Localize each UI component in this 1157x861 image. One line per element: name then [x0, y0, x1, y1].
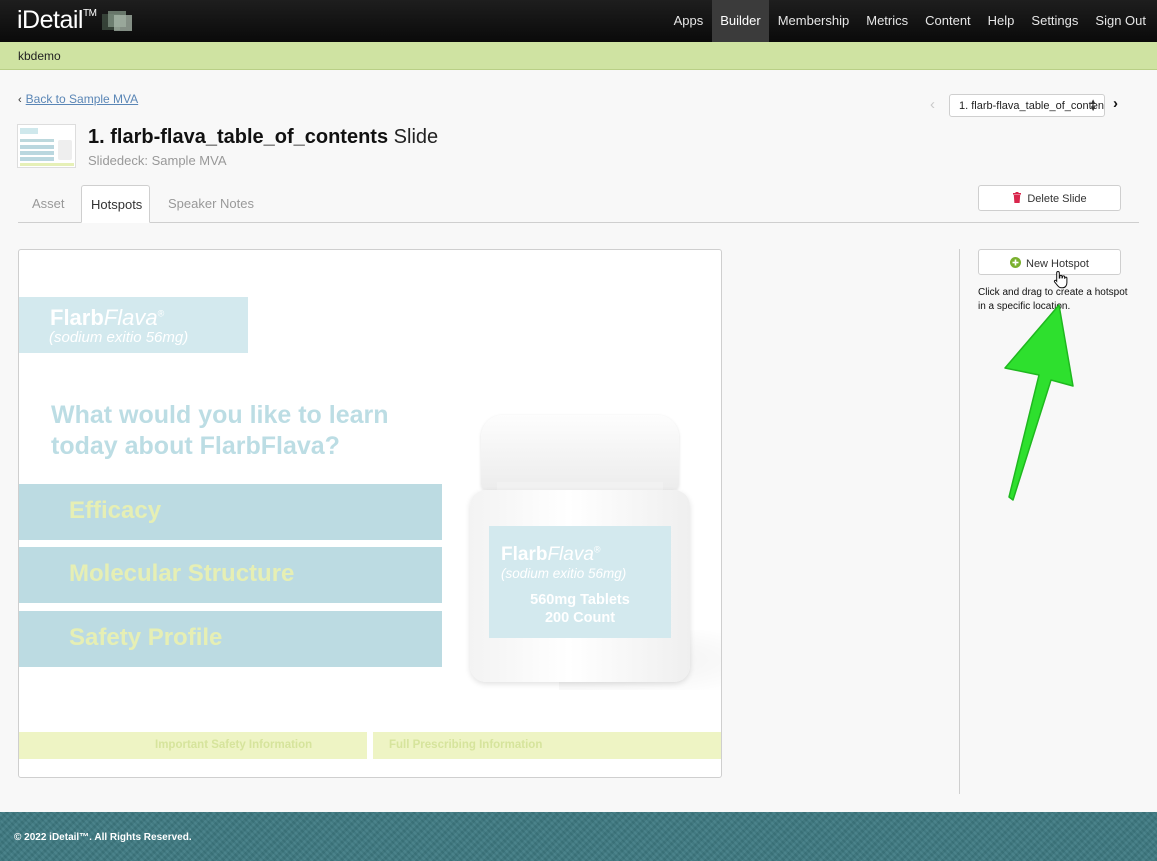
label-count: 200 Count: [544, 610, 616, 626]
tab-hotspots[interactable]: Hotspots: [81, 185, 150, 223]
back-to-deck-link[interactable]: Back to Sample MVA: [26, 92, 139, 106]
new-hotspot-button[interactable]: New Hotspot: [978, 249, 1121, 275]
chevron-left-icon: ‹: [18, 94, 22, 106]
nav-help[interactable]: Help: [979, 0, 1023, 42]
panel-divider: [959, 249, 960, 794]
plus-circle-icon: [1010, 257, 1021, 271]
tab-speaker-notes[interactable]: Speaker Notes: [168, 185, 268, 223]
slide-title: 1. flarb-flava_table_of_contents: [88, 126, 389, 148]
slide-menu-molecular-structure: Molecular Structure: [19, 547, 442, 603]
logo-mark-icon: [102, 11, 132, 31]
tab-asset[interactable]: Asset: [18, 185, 78, 223]
label-brand-name: FlarbFlava®: [501, 544, 601, 565]
nav-apps[interactable]: Apps: [665, 0, 712, 42]
logo-text: iDetail: [17, 6, 83, 34]
copyright-text: © 2022 iDetail™. All Rights Reserved.: [14, 832, 192, 843]
slide-tabs: Asset Hotspots Speaker Notes: [18, 185, 1139, 223]
delete-slide-button[interactable]: Delete Slide: [978, 185, 1121, 211]
bottle-cap-image: [481, 415, 679, 490]
slide-footer-safety-info: Important Safety Information: [19, 732, 367, 759]
breadcrumb: ‹ Back to Sample MVA: [18, 92, 138, 106]
label-dose: 560mg Tablets: [530, 592, 630, 608]
account-bar: kbdemo: [0, 42, 1157, 70]
main-nav: Apps Builder Membership Metrics Content …: [665, 0, 1157, 42]
app-logo[interactable]: iDetailTM: [17, 6, 97, 35]
nav-content[interactable]: Content: [917, 0, 980, 42]
slide-preview-canvas[interactable]: FlarbFlava® (sodium exitio 56mg) What wo…: [18, 249, 722, 778]
top-nav-bar: iDetailTM Apps Builder Membership Metric…: [0, 0, 1157, 42]
nav-settings[interactable]: Settings: [1023, 0, 1087, 42]
hand-cursor-icon: [1053, 270, 1068, 289]
bottle-label: FlarbFlava® (sodium exitio 56mg) 560mg T…: [489, 526, 671, 638]
label-brand-sub: (sodium exitio 56mg): [501, 566, 627, 581]
slide-title-suffix: Slide: [393, 126, 439, 148]
logo-trademark: TM: [82, 8, 97, 19]
prev-slide-icon[interactable]: ‹: [930, 96, 935, 113]
nav-builder[interactable]: Builder: [711, 0, 770, 42]
next-slide-icon[interactable]: ›: [1113, 95, 1118, 112]
slide-select[interactable]: 1. flarb-flava_table_of_contents ▲ ▼: [949, 94, 1105, 117]
nav-sign-out[interactable]: Sign Out: [1087, 0, 1157, 42]
delete-slide-label: Delete Slide: [1027, 193, 1087, 205]
new-hotspot-label: New Hotspot: [1026, 258, 1089, 270]
green-arrow-icon: [1004, 304, 1074, 501]
slide-menu-efficacy: Efficacy: [19, 484, 442, 540]
slide-select-value: 1. flarb-flava_table_of_contents: [959, 100, 1105, 112]
slide-pager: ‹ 1. flarb-flava_table_of_contents ▲ ▼ ›: [930, 94, 1130, 118]
slide-thumbnail: [17, 124, 76, 168]
trash-icon: [1012, 192, 1022, 206]
page-title: 1. flarb-flava_table_of_contents Slide: [88, 126, 438, 149]
nav-metrics[interactable]: Metrics: [858, 0, 917, 42]
nav-membership[interactable]: Membership: [769, 0, 858, 42]
page-footer: © 2022 iDetail™. All Rights Reserved.: [0, 812, 1157, 861]
slide-question: What would you like to learn today about…: [51, 401, 389, 460]
slide-brand-sub: (sodium exitio 56mg): [49, 329, 189, 346]
slide-menu-safety-profile: Safety Profile: [19, 611, 442, 667]
slide-footer-prescribing-info: Full Prescribing Information: [373, 732, 721, 759]
select-updown-icon: ▲ ▼: [1089, 97, 1097, 113]
account-name: kbdemo: [18, 49, 61, 63]
slide-brand-box: FlarbFlava® (sodium exitio 56mg): [19, 297, 248, 353]
slidedeck-subtitle: Slidedeck: Sample MVA: [88, 153, 227, 168]
slide-brand-name: FlarbFlava®: [50, 305, 165, 330]
bottle-neck-image: [497, 482, 663, 490]
